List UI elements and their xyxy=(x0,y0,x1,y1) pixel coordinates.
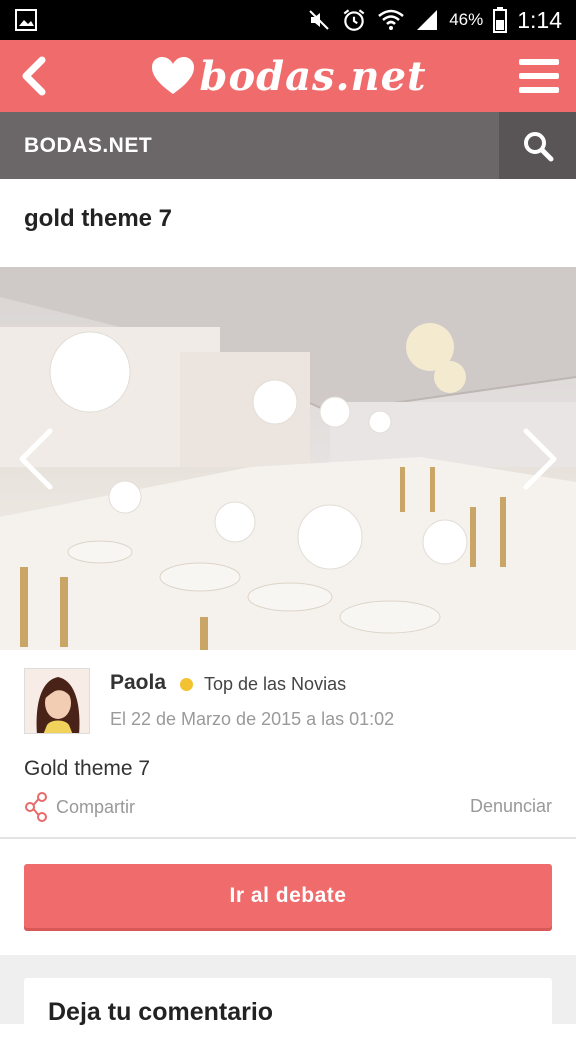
go-to-debate-label: Ir al debate xyxy=(229,884,347,907)
status-bar: 46% 1:14 xyxy=(0,0,576,40)
page-title: gold theme 7 xyxy=(24,205,173,232)
author-info: Paola Top de las Novias El 22 de Marzo d… xyxy=(24,668,552,734)
gallery-icon xyxy=(14,8,38,32)
comment-card: Deja tu comentario xyxy=(24,978,552,1038)
section-bar: BODAS.NET xyxy=(0,112,576,179)
comment-section: Deja tu comentario xyxy=(0,955,576,1038)
comment-title: Deja tu comentario xyxy=(48,998,274,1026)
search-icon xyxy=(523,131,553,161)
wedding-photo xyxy=(0,267,576,650)
signal-icon xyxy=(415,8,439,32)
clock: 1:14 xyxy=(517,6,562,33)
share-label: Compartir xyxy=(56,796,136,817)
brand-logo[interactable]: bodas.net xyxy=(150,53,427,100)
avatar-image xyxy=(25,669,89,733)
photo-gallery[interactable] xyxy=(0,267,576,650)
section-title[interactable]: BODAS.NET xyxy=(0,134,152,158)
battery-percentage: 46% xyxy=(449,10,484,29)
alarm-icon xyxy=(341,7,367,33)
post-body: Gold theme 7 xyxy=(24,757,151,780)
avatar[interactable] xyxy=(24,668,90,734)
menu-button[interactable] xyxy=(518,54,560,98)
back-button[interactable] xyxy=(14,54,54,98)
author-name[interactable]: Paola xyxy=(110,671,166,695)
post-date: El 22 de Marzo de 2015 a las 01:02 xyxy=(110,709,395,729)
author-badge: Top de las Novias xyxy=(204,674,347,694)
divider xyxy=(0,837,576,839)
chevron-left-icon xyxy=(22,56,46,96)
wifi-icon xyxy=(377,8,405,32)
heart-icon xyxy=(151,57,194,94)
battery-icon xyxy=(493,7,508,33)
badge-dot xyxy=(180,678,193,691)
share-button[interactable]: Compartir xyxy=(24,792,135,822)
search-button[interactable] xyxy=(499,112,576,179)
app-header: bodas.net xyxy=(0,40,576,112)
share-icon xyxy=(25,792,47,822)
go-to-debate-button[interactable]: Ir al debate xyxy=(24,864,552,928)
hamburger-icon xyxy=(519,59,559,93)
report-link[interactable]: Denunciar xyxy=(470,796,552,817)
chevron-right-icon[interactable] xyxy=(518,427,562,491)
chevron-left-icon[interactable] xyxy=(14,427,58,491)
logo-text: bodas.net xyxy=(199,52,427,100)
mute-icon xyxy=(307,8,331,32)
